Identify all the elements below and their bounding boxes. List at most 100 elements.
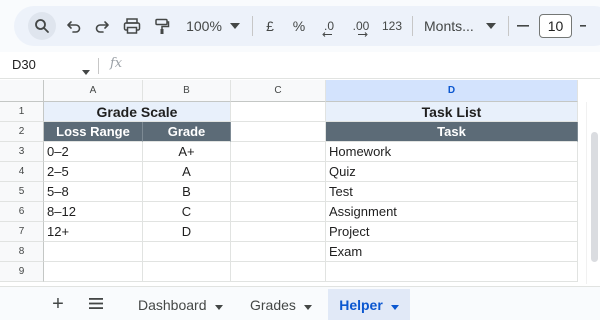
caret-down-icon[interactable] — [82, 63, 90, 78]
row-header-8[interactable]: 8 — [0, 242, 44, 262]
add-sheet-button[interactable]: + — [46, 293, 70, 315]
loss-range-cell[interactable]: 0–2 — [44, 142, 143, 162]
paint-format-button[interactable] — [152, 6, 172, 46]
sheet-tab-helper[interactable]: Helper — [328, 289, 410, 320]
cell-b9[interactable] — [143, 262, 231, 282]
row-header-5[interactable]: 5 — [0, 182, 44, 202]
undo-icon — [66, 18, 82, 34]
column-header-d[interactable]: D — [326, 80, 578, 102]
task-cell[interactable]: Project — [326, 222, 578, 242]
caret-down-icon — [486, 23, 496, 29]
percent-label: % — [292, 18, 306, 34]
grade-cell[interactable]: C — [143, 202, 231, 222]
all-sheets-button[interactable] — [84, 293, 108, 315]
cell-c2[interactable] — [231, 122, 326, 142]
loss-range-cell[interactable]: 5–8 — [44, 182, 143, 202]
font-select[interactable]: Monts... — [424, 6, 476, 46]
row-header-1[interactable]: 1 — [0, 102, 44, 122]
percent-format-button[interactable]: % — [290, 6, 308, 46]
font-size-value: 10 — [547, 18, 564, 34]
cell-d9[interactable] — [326, 262, 578, 282]
toolbar-divider — [508, 16, 509, 36]
column-header-a[interactable]: A — [44, 80, 143, 102]
toolbar: 100% £ % .0 .00 123 Monts... 10 — [0, 0, 600, 52]
search-menus-button[interactable] — [28, 12, 56, 40]
task-header[interactable]: Task — [326, 122, 578, 142]
cell-c7[interactable] — [231, 222, 326, 242]
grade-scale-title[interactable]: Grade Scale — [44, 102, 231, 122]
redo-icon — [94, 18, 110, 34]
currency-format-button[interactable]: £ — [262, 6, 278, 46]
row-header-3[interactable]: 3 — [0, 142, 44, 162]
grade-cell[interactable]: A+ — [143, 142, 231, 162]
name-box[interactable]: D30 — [12, 57, 36, 72]
zoom-dropdown[interactable] — [228, 6, 242, 46]
arrow-right-icon — [358, 32, 368, 37]
cell-c1[interactable] — [231, 102, 326, 122]
row-header-4[interactable]: 4 — [0, 162, 44, 182]
decrease-decimal-button[interactable]: .0 — [318, 6, 340, 46]
cell-a8[interactable] — [44, 242, 143, 262]
cell-c8[interactable] — [231, 242, 326, 262]
task-cell[interactable]: Quiz — [326, 162, 578, 182]
scrollbar-thumb[interactable] — [591, 132, 598, 262]
cell-c5[interactable] — [231, 182, 326, 202]
task-list-title[interactable]: Task List — [326, 102, 578, 122]
sheet-tab-bar: + Dashboard Grades Helper — [0, 286, 600, 320]
font-dropdown[interactable] — [484, 6, 498, 46]
select-all-corner[interactable] — [0, 80, 44, 102]
sheet-tab-dashboard[interactable]: Dashboard — [130, 289, 231, 320]
row-header-7[interactable]: 7 — [0, 222, 44, 242]
task-cell[interactable]: Homework — [326, 142, 578, 162]
more-formats-button[interactable]: 123 — [380, 6, 404, 46]
task-cell[interactable]: Assignment — [326, 202, 578, 222]
plus-icon: + — [52, 292, 64, 315]
task-cell[interactable]: Test — [326, 182, 578, 202]
cell-c3[interactable] — [231, 142, 326, 162]
zoom-select[interactable]: 100% — [184, 6, 224, 46]
more-formats-label: 123 — [381, 19, 403, 33]
loss-range-header[interactable]: Loss Range — [44, 122, 143, 142]
redo-button[interactable] — [92, 6, 112, 46]
caret-down-icon[interactable] — [214, 297, 223, 313]
task-cell[interactable]: Exam — [326, 242, 578, 262]
search-icon — [34, 18, 50, 34]
currency-label: £ — [266, 18, 274, 34]
row-header-6[interactable]: 6 — [0, 202, 44, 222]
grade-cell[interactable]: B — [143, 182, 231, 202]
caret-down-icon[interactable] — [390, 297, 399, 313]
row-header-2[interactable]: 2 — [0, 122, 44, 142]
cell-c4[interactable] — [231, 162, 326, 182]
vertical-scrollbar[interactable] — [586, 102, 600, 284]
row-header-9[interactable]: 9 — [0, 262, 44, 282]
cell-c6[interactable] — [231, 202, 326, 222]
zoom-value: 100% — [186, 18, 222, 34]
cell-a9[interactable] — [44, 262, 143, 282]
cell-b8[interactable] — [143, 242, 231, 262]
formula-bar-divider — [98, 58, 99, 74]
toolbar-divider — [412, 16, 413, 36]
minus-icon — [517, 25, 529, 27]
caret-down-icon[interactable] — [303, 297, 312, 313]
print-button[interactable] — [121, 6, 143, 46]
menu-icon — [89, 297, 103, 312]
paint-format-icon — [154, 18, 170, 35]
plus-icon — [580, 25, 586, 27]
sheet-tab-grades[interactable]: Grades — [242, 289, 320, 320]
grade-header[interactable]: Grade — [143, 122, 231, 142]
loss-range-cell[interactable]: 12+ — [44, 222, 143, 242]
increase-decimal-button[interactable]: .00 — [348, 6, 374, 46]
column-header-b[interactable]: B — [143, 80, 231, 102]
grade-cell[interactable]: A — [143, 162, 231, 182]
cell-c9[interactable] — [231, 262, 326, 282]
print-icon — [123, 18, 141, 34]
grade-cell[interactable]: D — [143, 222, 231, 242]
loss-range-cell[interactable]: 2–5 — [44, 162, 143, 182]
loss-range-cell[interactable]: 8–12 — [44, 202, 143, 222]
undo-button[interactable] — [64, 6, 84, 46]
fx-icon: fx — [110, 56, 123, 71]
decrease-font-size-button[interactable] — [514, 6, 532, 46]
column-header-c[interactable]: C — [231, 80, 326, 102]
increase-font-size-button[interactable] — [578, 6, 588, 46]
font-size-input[interactable]: 10 — [539, 14, 572, 38]
